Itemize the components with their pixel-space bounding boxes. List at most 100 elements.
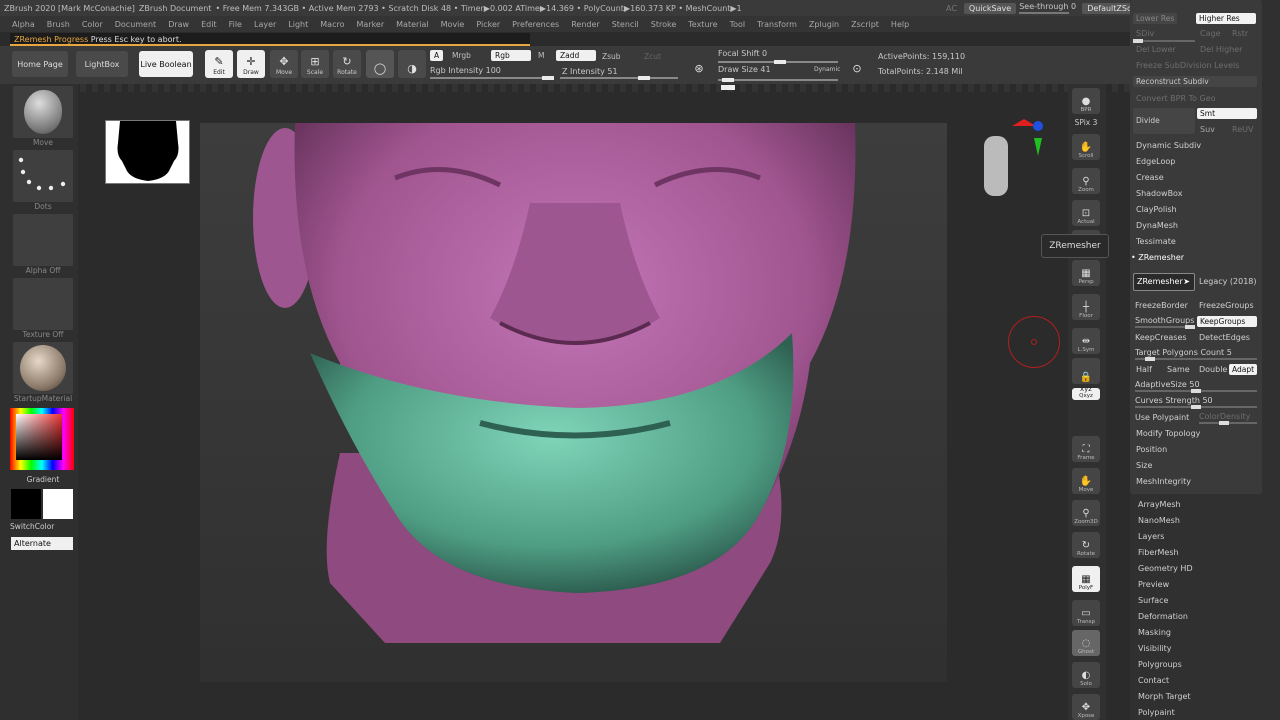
zoom3d-button[interactable]: ⚲ Zoom3D (1072, 500, 1100, 526)
rstr-button[interactable]: Rstr (1232, 29, 1248, 38)
detectedges-toggle[interactable]: DetectEdges (1199, 333, 1250, 342)
tessimate-section[interactable]: Tessimate (1136, 237, 1176, 246)
legacy-button[interactable]: Legacy (2018) (1199, 277, 1257, 286)
viewport-canvas[interactable] (200, 123, 947, 682)
menu-preferences[interactable]: Preferences (512, 20, 559, 29)
del-lower-button[interactable]: Del Lower (1136, 45, 1176, 54)
switchcolor-button[interactable]: SwitchColor (10, 522, 76, 531)
menu-marker[interactable]: Marker (356, 20, 384, 29)
subpalette-arraymesh[interactable]: ArrayMesh (1138, 500, 1181, 509)
zcut-button[interactable]: Zcut (640, 51, 665, 62)
focal-shift-toggle[interactable]: ⊛ (688, 50, 710, 78)
divide-button[interactable]: Divide (1133, 108, 1195, 134)
rgb-button[interactable]: Rgb (491, 50, 531, 61)
higher-res-button[interactable]: Higher Res (1196, 13, 1256, 24)
live-boolean-button[interactable]: Live Boolean (139, 51, 193, 77)
menu-transform[interactable]: Transform (757, 20, 797, 29)
smoothgroups-slider[interactable] (1135, 325, 1195, 329)
adaptivesize-slider[interactable] (1135, 389, 1257, 393)
menu-help[interactable]: Help (891, 20, 909, 29)
color-picker[interactable] (10, 408, 74, 470)
zoom-button[interactable]: ⚲ Zoom (1072, 168, 1100, 194)
menu-render[interactable]: Render (571, 20, 599, 29)
material-toggle-button[interactable]: ◑ (398, 50, 426, 78)
menu-stroke[interactable]: Stroke (651, 20, 677, 29)
seethrough-slider[interactable]: See-through 0 (1019, 2, 1079, 14)
meshintegrity-section[interactable]: MeshIntegrity (1136, 477, 1191, 486)
curves-strength-thumb[interactable] (1191, 405, 1201, 409)
dynamic-subdiv-section[interactable]: Dynamic Subdiv (1136, 141, 1201, 150)
subpalette-surface[interactable]: Surface (1138, 596, 1168, 605)
suv-toggle[interactable]: Suv (1200, 125, 1215, 134)
move-tool-button[interactable]: ✥ Move (270, 50, 298, 78)
menu-material[interactable]: Material (396, 20, 429, 29)
target-polygons-thumb[interactable] (1145, 357, 1155, 361)
move-button[interactable]: ✋ Move (1072, 468, 1100, 494)
adaptivesize-thumb[interactable] (1191, 389, 1201, 393)
subpalette-contact[interactable]: Contact (1138, 676, 1169, 685)
smt-toggle[interactable]: Smt (1197, 108, 1257, 119)
scale-tool-button[interactable]: ⊞ Scale (301, 50, 329, 78)
crease-section[interactable]: Crease (1136, 173, 1164, 182)
lower-res-button[interactable]: Lower Res (1133, 13, 1178, 24)
curves-strength-slider[interactable] (1135, 405, 1257, 409)
adapt-button[interactable]: Adapt (1229, 364, 1258, 375)
subpalette-morph-target[interactable]: Morph Target (1138, 692, 1191, 701)
material-thumbnail[interactable] (13, 342, 73, 394)
use-polypaint-toggle[interactable]: Use Polypaint (1135, 413, 1189, 422)
primary-color-swatch[interactable] (11, 489, 41, 519)
bpr-button[interactable]: ● BPR (1072, 88, 1100, 114)
lsym-button[interactable]: ⇹ L.Sym (1072, 328, 1100, 354)
actual-button[interactable]: ⊡ Actual (1072, 200, 1100, 226)
seethrough-track[interactable] (1019, 12, 1070, 14)
zremesher-button[interactable]: ZRemesher ➤ (1133, 273, 1195, 291)
keepcreases-toggle[interactable]: KeepCreases (1135, 333, 1187, 342)
colordensity-thumb[interactable] (1219, 421, 1229, 425)
freeze-subdiv-button[interactable]: Freeze SubDivision Levels (1136, 61, 1239, 70)
subpalette-geometry-hd[interactable]: Geometry HD (1138, 564, 1193, 573)
sdiv-thumb[interactable] (1133, 39, 1143, 43)
draw-size-thumb[interactable] (722, 78, 734, 82)
position-section[interactable]: Position (1136, 445, 1167, 454)
rotate-tool-button[interactable]: ↻ Rotate (333, 50, 361, 78)
ruler-marker[interactable] (721, 85, 735, 90)
freezeborder-toggle[interactable]: FreezeBorder (1135, 301, 1188, 310)
shadowbox-section[interactable]: ShadowBox (1136, 189, 1182, 198)
alternate-button[interactable]: Alternate (11, 537, 73, 550)
same-button[interactable]: Same (1167, 365, 1190, 374)
edgeloop-section[interactable]: EdgeLoop (1136, 157, 1175, 166)
menu-light[interactable]: Light (288, 20, 308, 29)
zadd-button[interactable]: Zadd (556, 50, 596, 61)
transp-button[interactable]: ▭ Transp (1072, 600, 1100, 626)
focal-shift-thumb[interactable] (774, 60, 786, 64)
quicksave-button[interactable]: QuickSave (963, 2, 1017, 14)
zsub-button[interactable]: Zsub (598, 51, 625, 62)
size-section[interactable]: Size (1136, 461, 1152, 470)
menu-alpha[interactable]: Alpha (12, 20, 35, 29)
menu-texture[interactable]: Texture (688, 20, 717, 29)
reuv-button[interactable]: ReUV (1232, 125, 1253, 134)
draw-tool-button[interactable]: ✛ Draw (237, 50, 265, 78)
persp-button[interactable]: ▦ Persp (1072, 260, 1100, 286)
floor-button[interactable]: ┼ Floor (1072, 294, 1100, 320)
solo-button[interactable]: ◐ Solo (1072, 662, 1100, 688)
menu-file[interactable]: File (229, 20, 242, 29)
polyf-button[interactable]: ▦ PolyF (1072, 566, 1100, 592)
subpalette-polygroups[interactable]: Polygroups (1138, 660, 1182, 669)
subpalette-nanomesh[interactable]: NanoMesh (1138, 516, 1180, 525)
frame-button[interactable]: ⛶ Frame (1072, 436, 1100, 462)
subpalette-fibermesh[interactable]: FiberMesh (1138, 548, 1179, 557)
menu-zscript[interactable]: Zscript (851, 20, 879, 29)
rgb-intensity-slider[interactable] (430, 76, 554, 80)
sdiv-slider[interactable] (1133, 39, 1195, 43)
z-intensity-slider[interactable] (560, 76, 678, 80)
half-button[interactable]: Half (1136, 365, 1152, 374)
rotate-button[interactable]: ↻ Rotate (1072, 532, 1100, 558)
subpalette-preview[interactable]: Preview (1138, 580, 1169, 589)
xpose-button[interactable]: ✥ Xpose (1072, 694, 1100, 720)
texture-thumbnail[interactable] (13, 278, 73, 330)
modify-topology-section[interactable]: Modify Topology (1136, 429, 1200, 438)
menu-document[interactable]: Document (115, 20, 156, 29)
freezegroups-toggle[interactable]: FreezeGroups (1199, 301, 1254, 310)
menu-edit[interactable]: Edit (201, 20, 217, 29)
